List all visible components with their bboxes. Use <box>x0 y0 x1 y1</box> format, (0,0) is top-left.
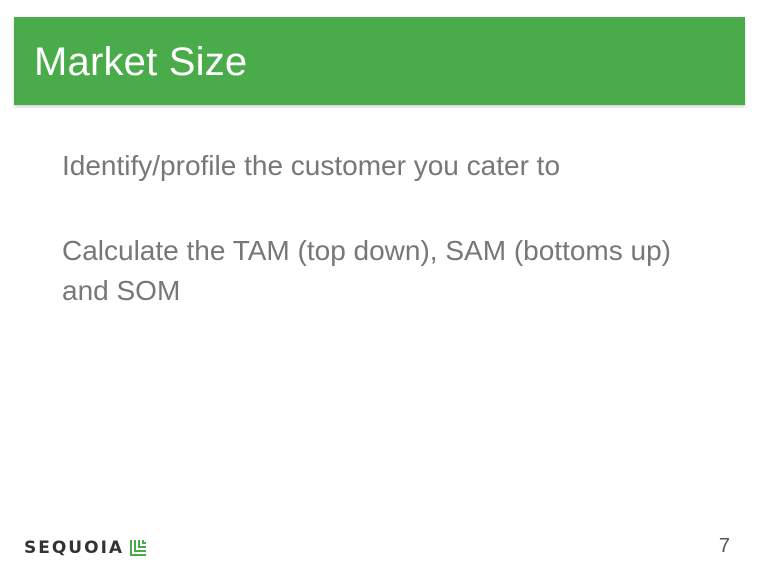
bullet-item: Identify/profile the customer you cater … <box>62 150 561 181</box>
page-number: 7 <box>718 535 730 557</box>
sequoia-logo-icon <box>130 540 147 556</box>
footer-logo: SEQUOIA <box>24 536 147 560</box>
slide: Market Size Identify/profile the custome… <box>0 0 768 570</box>
slide-body: Identify/profile the customer you cater … <box>62 146 702 356</box>
slide-title: Market Size <box>34 40 248 84</box>
bullet-item: Calculate the TAM (top down), SAM (botto… <box>62 235 671 306</box>
logo-text: SEQUOIA <box>24 538 125 558</box>
title-bar: Market Size <box>14 17 745 105</box>
